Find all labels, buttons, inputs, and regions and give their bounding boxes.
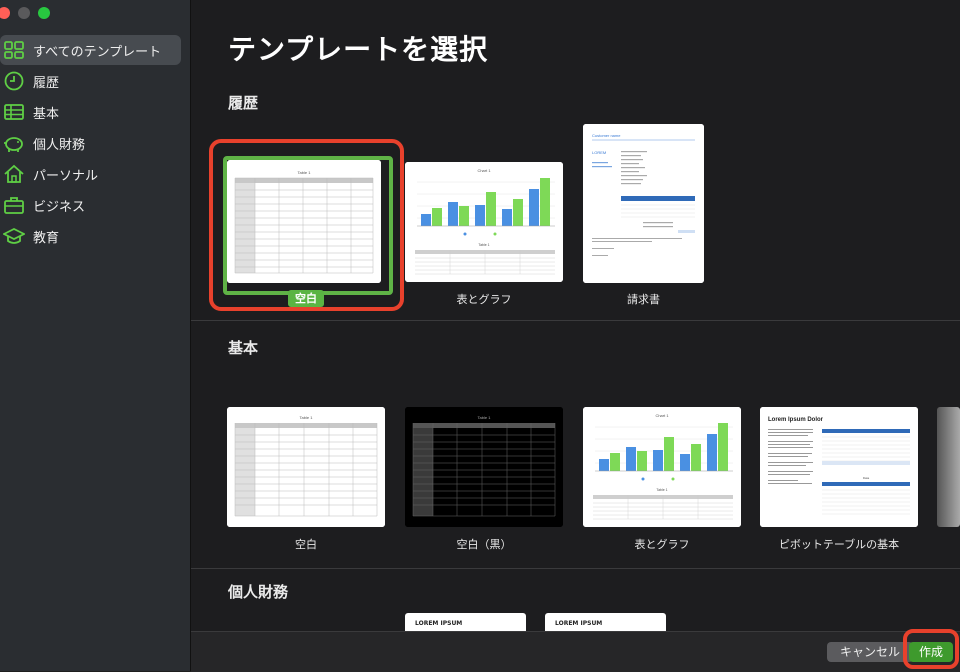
svg-text:Table 1: Table 1 (298, 170, 312, 175)
sidebar-item-personal-finance[interactable]: 個人財務 (0, 128, 181, 158)
template-label: 請求書 (627, 293, 660, 306)
template-blank-dark-thumbnail[interactable]: Table 1 (405, 407, 563, 527)
sidebar-item-education[interactable]: 教育 (0, 221, 181, 251)
template-pivot-table-basics-thumbnail[interactable]: Lorem Ipsum Dolor Data (760, 407, 918, 527)
piggy-bank-icon (3, 132, 25, 154)
template-blank-thumbnail[interactable]: Table 1 (227, 407, 385, 527)
template-label: 表とグラフ (634, 538, 690, 551)
template-thumbnail-partial[interactable] (937, 407, 960, 527)
thumb-title: LOREM IPSUM (555, 620, 603, 627)
sidebar-item-label: すべてのテンプレート (33, 44, 162, 60)
template-label: 空白（黒） (456, 538, 512, 551)
section-heading-personal-finance: 個人財務 (228, 583, 289, 601)
invoice-thumb-title: Customer name (592, 133, 621, 138)
section-heading-history: 履歴 (228, 94, 259, 112)
sidebar-item-label: 基本 (33, 106, 60, 122)
minimize-window-button[interactable] (18, 7, 30, 19)
template-label: 表とグラフ (456, 293, 512, 306)
template-chooser: テンプレートを選択 履歴 Table 1 空白 Chart 1 Table 1 … (191, 0, 960, 631)
sidebar-item-all-templates[interactable]: すべてのテンプレート (0, 35, 181, 65)
sidebar-item-business[interactable]: ビジネス (0, 190, 181, 220)
graduation-cap-icon (3, 225, 25, 247)
template-table-and-chart-thumbnail[interactable]: Chart 1 Table 1 (405, 162, 563, 282)
section-divider (191, 320, 960, 321)
pivot-thumb-title: Lorem Ipsum Dolor (768, 417, 824, 423)
sidebar-item-label: 履歴 (33, 75, 60, 91)
svg-text:Table 1: Table 1 (478, 243, 489, 247)
clock-icon (3, 70, 25, 92)
svg-text:Table 1: Table 1 (300, 415, 314, 420)
template-label: 空白 (295, 538, 317, 551)
template-blank-thumbnail[interactable]: Table 1 (227, 160, 381, 283)
template-table-and-chart-thumbnail[interactable]: Chart 1 Table 1 (583, 407, 741, 527)
svg-text:Chart 1: Chart 1 (477, 168, 491, 173)
thumb-title: LOREM IPSUM (415, 620, 463, 627)
sidebar: すべてのテンプレート 履歴 基本 個人財務 パーソナル ビジネス 教育 (0, 0, 191, 671)
sidebar-item-label: 教育 (33, 230, 60, 246)
page-title: テンプレートを選択 (228, 33, 489, 66)
svg-text:Table 1: Table 1 (478, 415, 492, 420)
template-invoice-thumbnail[interactable]: Customer name LOREM (583, 124, 704, 283)
sidebar-item-personal[interactable]: パーソナル (0, 159, 181, 189)
svg-text:Chart 1: Chart 1 (655, 413, 669, 418)
sidebar-item-basic[interactable]: 基本 (0, 97, 181, 127)
template-label: ピボットテーブルの基本 (778, 538, 900, 551)
sidebar-item-label: パーソナル (33, 168, 99, 184)
house-icon (3, 163, 25, 185)
zoom-window-button[interactable] (38, 7, 50, 19)
section-heading-basic: 基本 (228, 339, 259, 357)
sidebar-item-history[interactable]: 履歴 (0, 66, 181, 96)
close-window-button[interactable] (0, 7, 10, 19)
template-lorem-ipsum-thumbnail[interactable]: LOREM IPSUM (545, 613, 666, 631)
sidebar-item-label: ビジネス (33, 199, 86, 215)
section-divider (191, 568, 960, 569)
svg-text:Table 1: Table 1 (656, 488, 667, 492)
invoice-thumb-lorem: LOREM (592, 150, 606, 155)
sidebar-item-label: 個人財務 (33, 137, 86, 153)
grid-icon (3, 39, 25, 61)
template-label: 空白 (227, 290, 385, 307)
bottom-bar: キャンセル 作成 (191, 629, 960, 672)
template-lorem-ipsum-thumbnail[interactable]: LOREM IPSUM (405, 613, 526, 631)
svg-text:Data: Data (863, 476, 870, 480)
cancel-button[interactable]: キャンセル (827, 642, 913, 662)
table-icon (3, 101, 25, 123)
briefcase-icon (3, 194, 25, 216)
create-button[interactable]: 作成 (909, 642, 953, 662)
